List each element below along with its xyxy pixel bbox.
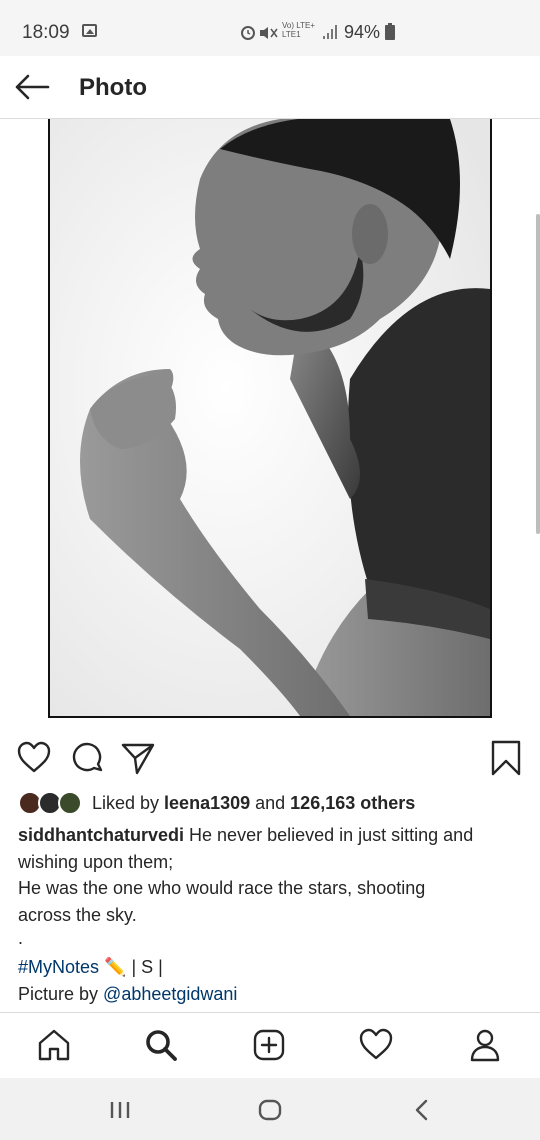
like-icon[interactable] [16,740,52,776]
alarm-mute-icons [241,26,278,40]
bottom-nav [0,1012,540,1078]
liker-username[interactable]: leena1309 [164,793,250,813]
search-icon[interactable] [143,1027,179,1063]
add-post-icon[interactable] [251,1027,287,1063]
page-title: Photo [79,74,147,101]
caption-line: He was the one who would race the stars,… [18,878,426,898]
back-button-icon[interactable] [408,1096,436,1124]
status-time: 18:09 [22,22,70,43]
likes-text: Liked by leena1309 and 126,163 others [92,793,415,814]
save-icon[interactable] [488,740,524,776]
post-photo[interactable] [48,119,492,718]
back-arrow-icon[interactable] [14,72,50,102]
likes-count[interactable]: 126,163 others [290,793,415,813]
home-button-icon[interactable] [256,1096,284,1124]
caption-line: across the sky. [18,904,137,925]
network-indicator: Vo) LTE+ LTE1 [282,21,315,39]
liker-avatars [18,791,86,815]
comment-icon[interactable] [70,740,106,776]
gallery-notification-icon [82,24,97,37]
scrollbar[interactable] [536,214,540,534]
caption-text: ✏️ | S | [99,957,163,977]
top-bar: Photo [0,56,540,119]
recent-apps-icon[interactable] [106,1096,134,1124]
profile-icon[interactable] [467,1027,503,1063]
home-icon[interactable] [36,1027,72,1063]
likes-prefix: Liked by [92,793,165,813]
post-actions [0,736,540,780]
mention-link[interactable]: @abheetgidwani [103,984,237,1004]
caption-text: He never believed in just sitting and [184,825,474,845]
system-nav-bar [0,1078,540,1140]
battery-icon [385,23,395,40]
share-icon[interactable] [120,740,156,776]
avatar [58,791,82,815]
signal-icon [323,25,337,39]
caption-line: wishing upon them; [18,851,174,872]
likes-middle: and [250,793,291,813]
battery-percent: 94% [344,22,381,42]
status-bar: 18:09 Vo) LTE+ LTE1 94% [0,0,540,56]
caption-username[interactable]: siddhantchaturvedi [18,825,184,845]
post-caption: siddhantchaturvedi He never believed in … [18,822,518,1007]
caption-text: Picture by [18,983,104,1004]
caption-dot: . [18,928,24,948]
activity-icon[interactable] [358,1027,394,1063]
hashtag-link[interactable]: #MyNotes [18,957,99,977]
